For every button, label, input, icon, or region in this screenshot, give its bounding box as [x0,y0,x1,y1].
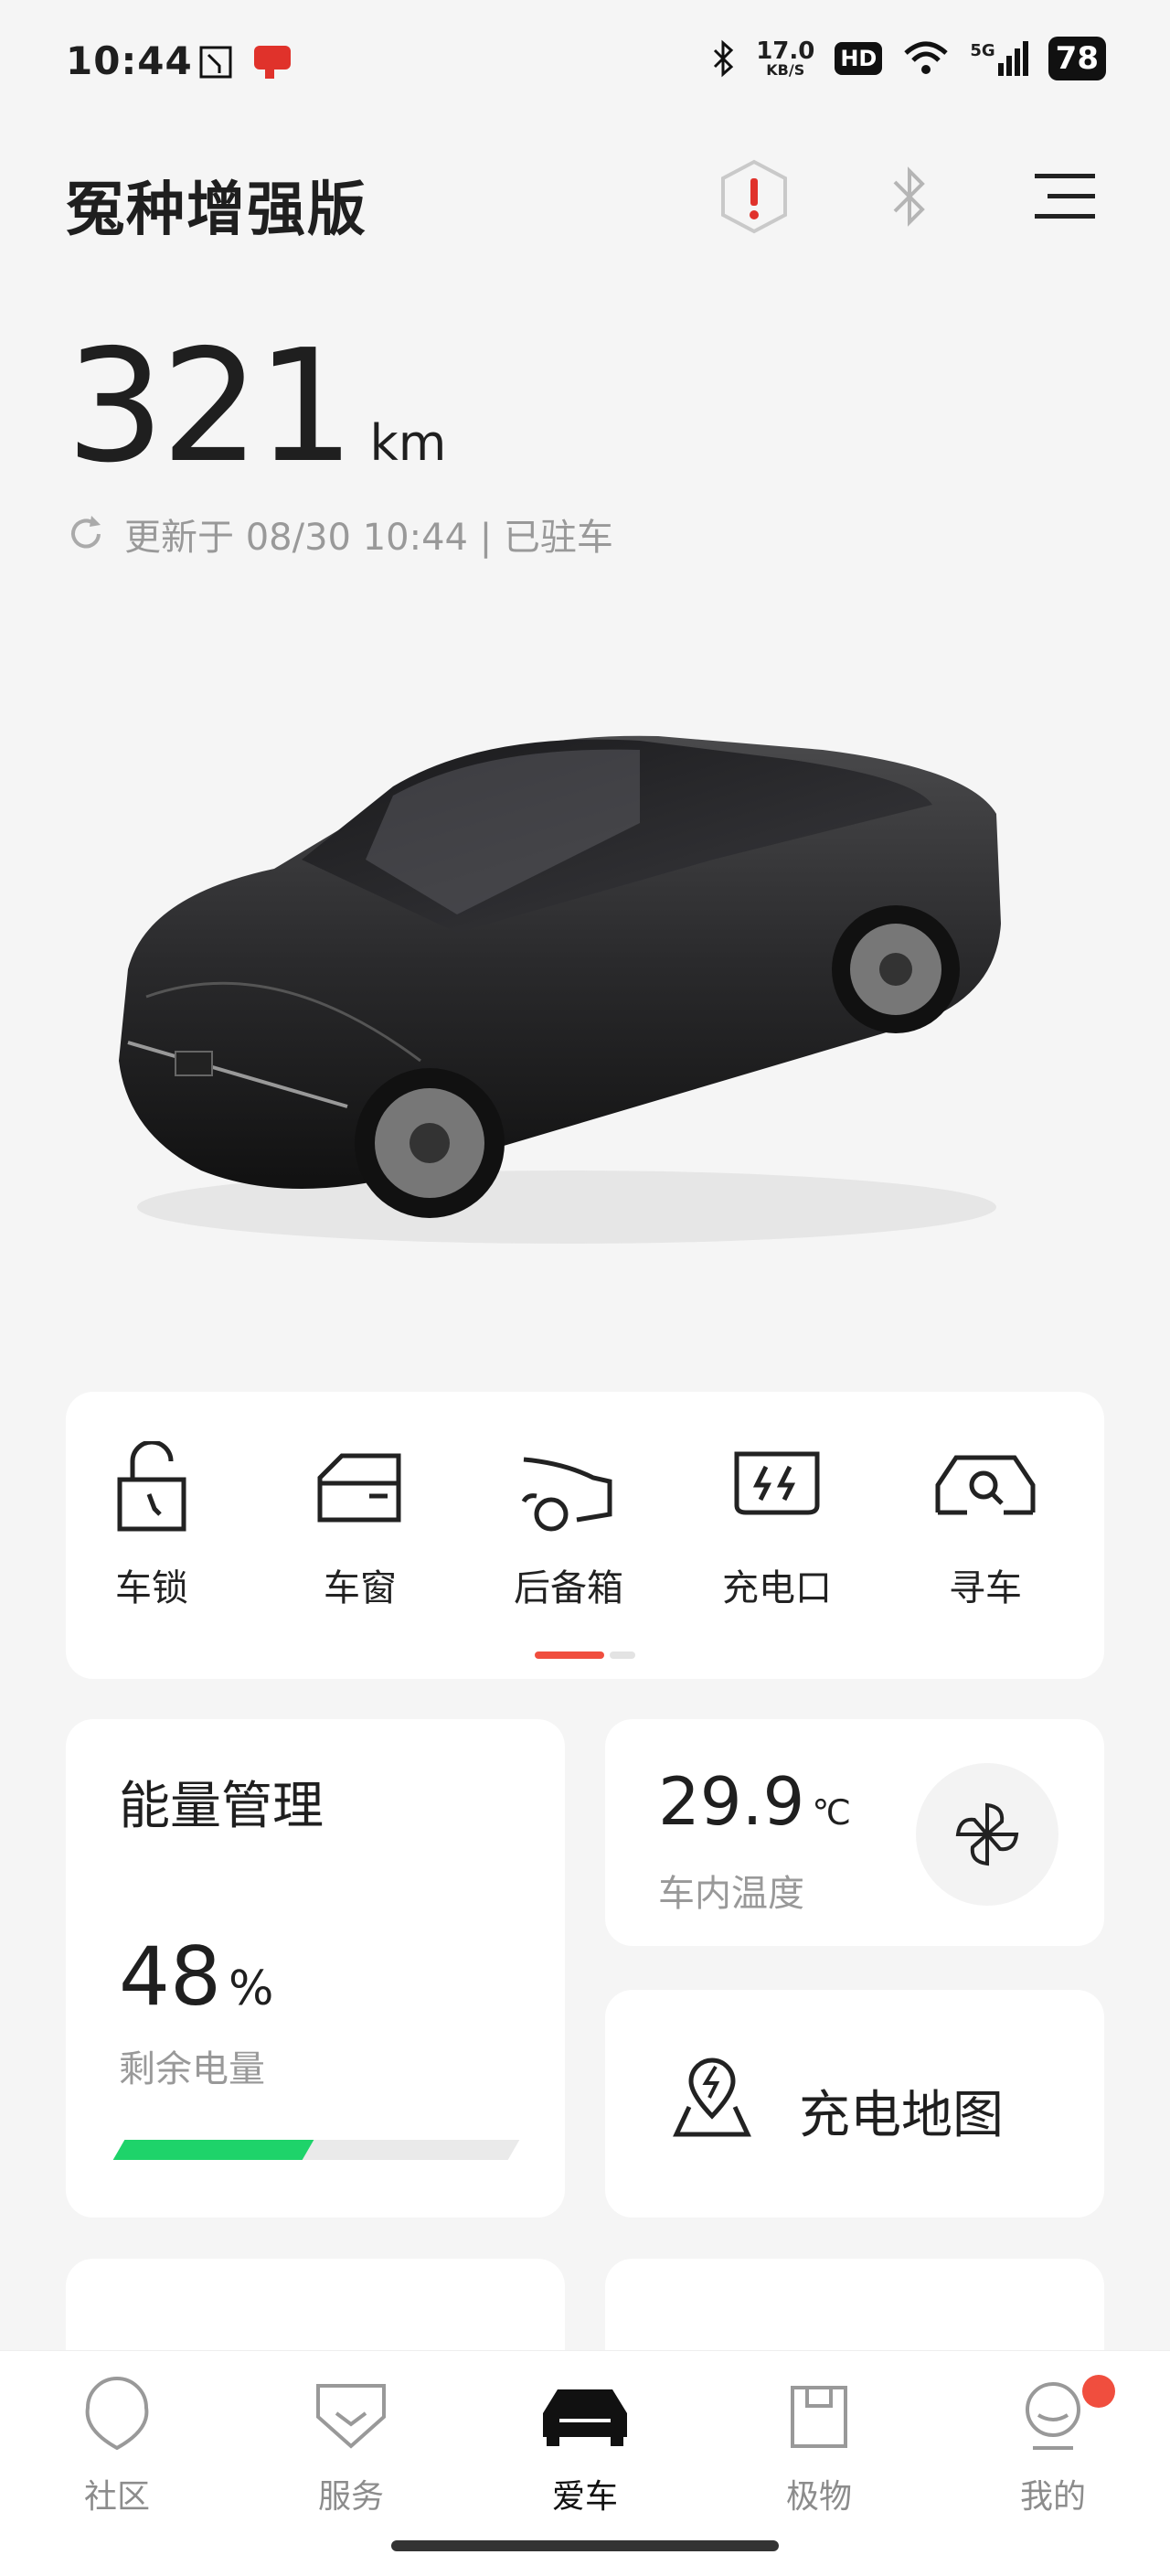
notification-badge [1082,2375,1115,2408]
profile-icon [1026,2382,1080,2450]
signal-icon: 5G [970,41,1028,76]
car-name[interactable]: 冤种增强版 [66,163,367,247]
fan-icon [955,1802,1019,1866]
controls-page-indicator [535,1651,635,1659]
charge-port-icon [734,1451,820,1515]
energy-title: 能量管理 [119,1777,324,1836]
window-control[interactable]: 车窗 [278,1441,442,1611]
battery-percent: 48 % [119,1929,273,2024]
app-notification-icon [199,46,232,79]
tab-service[interactable]: 服务 [260,2371,442,2517]
tab-shop[interactable]: 极物 [728,2371,910,2517]
battery-bar [112,2140,520,2160]
battery-level: 78 [1048,37,1106,80]
wifi-icon [904,41,949,74]
charge-port-label: 充电口 [722,1567,832,1609]
alert-icon[interactable] [715,157,793,236]
bluetooth-status-icon [714,39,734,78]
charge-map-card[interactable]: 充电地图 [605,1990,1104,2218]
find-car-icon [935,1455,1036,1515]
bluetooth-icon[interactable] [870,157,949,236]
trunk-control[interactable]: 后备箱 [486,1441,651,1611]
service-icon [316,2384,386,2449]
cabin-temp-label: 车内温度 [658,1873,804,1915]
tab-community[interactable]: 社区 [26,2371,208,2517]
tab-my-car[interactable]: 爱车 [494,2371,676,2517]
lock-control[interactable]: 车锁 [69,1441,234,1611]
tab-my-car-label: 爱车 [551,2478,618,2516]
charge-map-label: 充电地图 [799,2086,1004,2145]
window-label: 车窗 [324,1567,397,1609]
energy-card[interactable]: 能量管理 48 % 剩余电量 [66,1719,565,2218]
refresh-icon[interactable] [66,514,106,554]
status-icons: 17.0 KB/S HD 5G 78 [712,37,1106,80]
net-speed: 17.0 [756,37,815,65]
pay-notification-icon [254,46,291,79]
cabin-temp-card[interactable]: 29.9 ℃ 车内温度 [605,1719,1104,1946]
network-type: 5G [970,41,995,60]
hd-icon: HD [835,42,883,75]
tab-mine-label: 我的 [1019,2478,1086,2516]
cabin-temp: 29.9 ℃ [658,1763,851,1840]
charge-port-control[interactable]: 充电口 [695,1441,859,1611]
trunk-icon [521,1457,612,1532]
tab-shop-label: 极物 [785,2478,852,2516]
car-icon [543,2389,627,2446]
community-icon [85,2377,149,2451]
battery-percent-value: 48 [119,1929,221,2024]
update-time-text: 更新于 08/30 10:44 | 已驻车 [124,517,613,559]
net-speed-unit: KB/S [766,61,805,79]
find-car-label: 寻车 [949,1567,1022,1609]
car-image[interactable] [91,695,1024,1262]
lock-icon [117,1441,186,1532]
cabin-temp-unit: ℃ [812,1792,851,1833]
menu-icon[interactable] [1026,157,1104,236]
update-status[interactable]: 更新于 08/30 10:44 | 已驻车 [66,508,613,561]
range-unit: km [369,414,447,472]
trunk-label: 后备箱 [514,1567,623,1609]
range-value: 321 [66,316,355,497]
tab-mine[interactable]: 我的 [962,2371,1144,2517]
battery-percent-unit: % [228,1961,274,2016]
battery-bar-fill [112,2140,314,2160]
ac-fan-button[interactable] [916,1763,1058,1906]
notification-icons [197,44,292,80]
quick-controls: 车锁 车窗 后备箱 充电口 寻车 [66,1392,1104,1679]
tab-community-label: 社区 [83,2478,150,2516]
tab-service-label: 服务 [317,2478,384,2516]
cabin-temp-value: 29.9 [658,1763,805,1840]
lock-label: 车锁 [115,1567,188,1609]
charge-map-icon [673,2058,751,2137]
status-time: 10:44 [66,38,193,83]
home-indicator[interactable] [391,2540,779,2551]
window-icon [317,1453,401,1523]
battery-subtitle: 剩余电量 [119,2048,265,2090]
shopping-bag-icon [791,2386,847,2448]
range-display: 321 km [66,329,446,485]
find-car-control[interactable]: 寻车 [903,1441,1068,1611]
